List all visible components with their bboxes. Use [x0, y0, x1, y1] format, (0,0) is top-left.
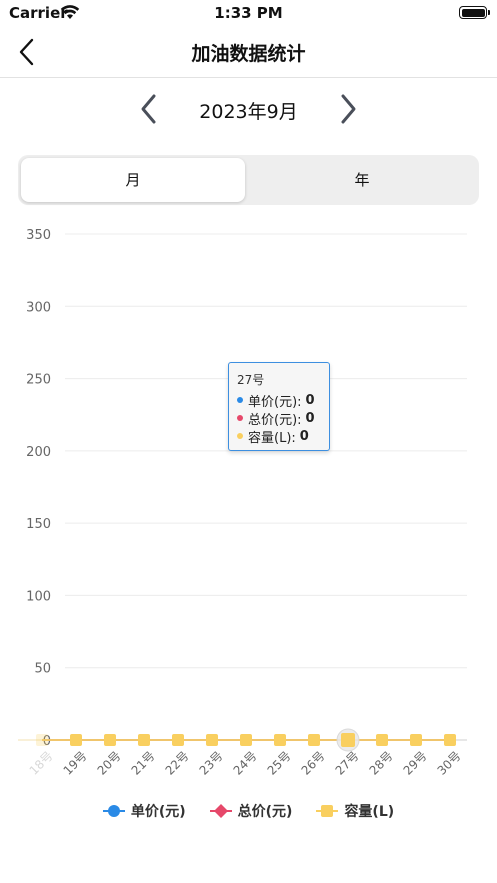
x-tick-label: 24号 [231, 749, 260, 778]
circle-marker-icon [102, 805, 125, 817]
x-tick-label: 23号 [197, 749, 226, 778]
x-tick-label: 21号 [129, 749, 158, 778]
y-tick-label: 150 [26, 517, 51, 532]
y-tick-label: 350 [26, 228, 51, 243]
segment-month-tab[interactable]: 月 [21, 158, 245, 202]
chart-legend: 单价(元) 总价(元) 容量(L) [0, 800, 497, 822]
tooltip-label: 容量(L): [248, 430, 296, 446]
tooltip-row-price: 单价(元): 0 [237, 391, 321, 410]
navigation-bar: 加油数据统计 [0, 26, 497, 78]
data-point-marker [410, 734, 422, 746]
x-tick-label: 29号 [401, 749, 430, 778]
square-marker-icon [316, 805, 339, 817]
status-bar: Carrier 1:33 PM [0, 0, 497, 26]
page-title: 加油数据统计 [191, 43, 306, 65]
tooltip-label: 总价(元): [248, 412, 302, 428]
total-dot-icon [237, 415, 243, 421]
tooltip-value: 0 [305, 410, 315, 426]
data-point-marker [341, 733, 355, 747]
data-point-marker [376, 734, 388, 746]
x-tick-label: 18号 [27, 749, 56, 778]
y-tick-label: 50 [34, 662, 51, 677]
clock-label: 1:33 PM [214, 4, 283, 22]
legend-item-price[interactable]: 单价(元) [102, 801, 186, 821]
x-tick-label: 28号 [367, 749, 396, 778]
data-point-marker [206, 734, 218, 746]
x-tick-label: 30号 [435, 749, 464, 778]
data-point-marker [240, 734, 252, 746]
legend-item-volume[interactable]: 容量(L) [316, 801, 394, 821]
chart-tooltip: 27号 单价(元): 0 总价(元): 0 容量(L): 0 [228, 362, 330, 451]
data-point-marker [444, 734, 456, 746]
x-tick-label: 20号 [95, 749, 124, 778]
data-point-marker [138, 734, 150, 746]
tooltip-value: 0 [299, 428, 309, 444]
data-point-marker [172, 734, 184, 746]
segment-year-tab[interactable]: 年 [248, 158, 476, 202]
data-point-marker [308, 734, 320, 746]
x-tick-label: 22号 [163, 749, 192, 778]
current-month-label: 2023年9月 [199, 101, 298, 123]
x-tick-label: 25号 [265, 749, 294, 778]
tooltip-row-total: 总价(元): 0 [237, 409, 321, 428]
data-point-marker [104, 734, 116, 746]
data-point-marker [36, 734, 48, 746]
tooltip-row-volume: 容量(L): 0 [237, 427, 321, 446]
tooltip-label: 单价(元): [248, 394, 302, 410]
data-point-marker [274, 734, 286, 746]
y-tick-label: 200 [26, 445, 51, 460]
legend-item-total[interactable]: 总价(元) [209, 801, 293, 821]
next-month-chevron-icon[interactable] [333, 90, 363, 128]
y-tick-label: 250 [26, 373, 51, 388]
y-tick-label: 300 [26, 300, 51, 315]
price-dot-icon [237, 397, 243, 403]
tooltip-title: 27号 [237, 373, 265, 387]
legend-label: 单价(元) [130, 804, 186, 820]
y-tick-label: 100 [26, 589, 51, 604]
month-switcher: 2023年9月 [0, 88, 497, 130]
diamond-marker-icon [209, 804, 232, 818]
fuel-statistics-chart[interactable]: 05010015020025030035018号 19号 20号 21号 22号 23号 2… [0, 220, 497, 790]
volume-dot-icon [237, 433, 243, 439]
battery-icon [459, 6, 490, 19]
legend-label: 总价(元) [237, 804, 293, 820]
x-tick-label: 19号 [61, 749, 90, 778]
data-point-marker [70, 734, 82, 746]
x-tick-label: 27号 [333, 749, 362, 778]
legend-label: 容量(L) [344, 804, 395, 820]
x-tick-label: 26号 [299, 749, 328, 778]
period-segmented-control: 月 年 [18, 155, 479, 205]
tooltip-value: 0 [305, 392, 315, 408]
